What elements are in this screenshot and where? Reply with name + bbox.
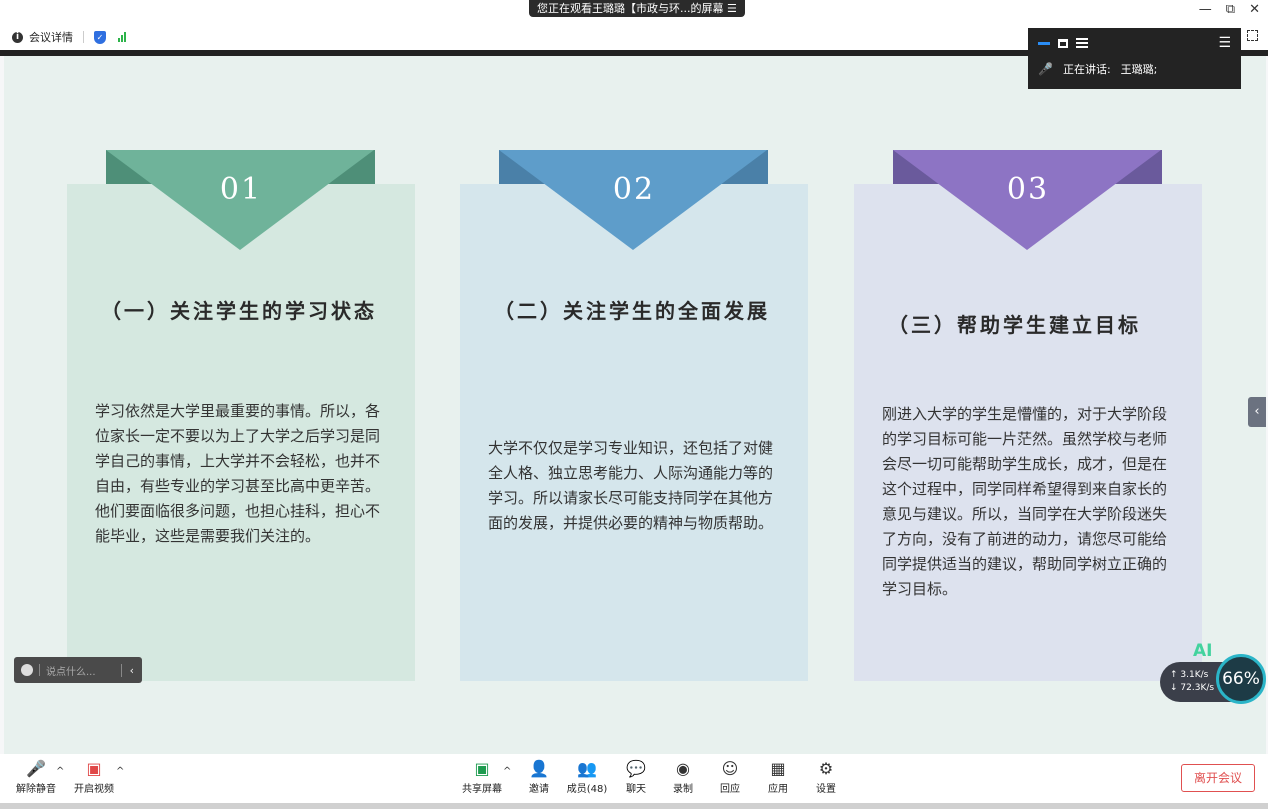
card-number: 01 — [219, 172, 263, 207]
members-button[interactable]: 👥 成员(48) — [566, 758, 608, 795]
divider — [83, 31, 84, 43]
speaker-name: 王璐璐; — [1120, 63, 1158, 76]
upload-speed: ↑ 3.1K/s — [1170, 670, 1209, 680]
video-off-icon: ▣ — [86, 759, 102, 778]
share-screen-label: 共享屏幕 — [462, 784, 502, 795]
record-label: 录制 — [673, 784, 693, 795]
members-label: 成员(48) — [566, 784, 608, 795]
card-title: （三）帮助学生建立目标 — [888, 313, 1141, 337]
card-number: 02 — [612, 172, 656, 207]
restore-button[interactable]: ⧉ — [1226, 2, 1235, 17]
close-button[interactable]: ✕ — [1249, 2, 1260, 17]
invite-button[interactable]: 👤 邀请 — [526, 758, 552, 795]
chat-button[interactable]: 💬 聊天 — [624, 758, 648, 795]
gear-icon: ⚙ — [818, 759, 834, 778]
start-video-label: 开启视频 — [74, 784, 114, 795]
menu-icon[interactable]: ☰ — [1218, 35, 1231, 51]
slide-card-3: 03 （三）帮助学生建立目标 刚进入大学的学生是懵懂的，对于大学阶段的学习目标可… — [854, 150, 1202, 681]
usage-gauge[interactable]: 66% — [1216, 654, 1266, 704]
minimize-icon[interactable] — [1038, 41, 1050, 45]
window-icon[interactable] — [1058, 38, 1068, 48]
card-title: （一）关注学生的学习状态 — [101, 299, 377, 323]
reactions-label: 回应 — [720, 784, 740, 795]
chat-placeholder: 说点什么... — [46, 666, 96, 678]
list-view-icon[interactable] — [1076, 38, 1088, 48]
chat-input[interactable]: 说点什么... ‹ — [14, 657, 142, 683]
info-icon[interactable]: i — [12, 31, 23, 43]
apps-label: 应用 — [768, 784, 788, 795]
record-button[interactable]: ◉ 录制 — [671, 758, 695, 795]
chevron-left-icon[interactable]: ‹ — [120, 663, 134, 677]
invite-icon: 👤 — [529, 759, 549, 778]
slide-card-2: 02 （二）关注学生的全面发展 大学不仅仅是学习专业知识，还包括了对健全人格、独… — [460, 150, 808, 681]
ai-badge[interactable]: AI — [1193, 641, 1212, 661]
card-body: 学习依然是大学里最重要的事情。所以，各位家长一定不要以为上了大学之后学习是同学自… — [95, 402, 381, 545]
divider — [39, 664, 40, 676]
settings-label: 设置 — [816, 784, 836, 795]
slide-card-1: 01 （一）关注学生的学习状态 学习依然是大学里最重要的事情。所以，各位家长一定… — [67, 150, 415, 681]
apps-button[interactable]: ▦ 应用 — [766, 758, 790, 795]
members-icon: 👥 — [577, 759, 597, 778]
taskbar-strip — [0, 803, 1268, 809]
shield-icon[interactable]: ✓ — [94, 30, 106, 44]
unmute-button[interactable]: 🎤 解除静音 — [14, 758, 58, 795]
settings-button[interactable]: ⚙ 设置 — [814, 758, 838, 795]
screen-share-banner[interactable]: 您正在观看王璐璐【市政与环...的屏幕 ☰ — [529, 0, 745, 17]
download-speed: ↓ 72.3K/s — [1170, 683, 1215, 693]
window-controls: — ⧉ ✕ — [1199, 2, 1260, 17]
reactions-button[interactable]: ☺ 回应 — [718, 758, 742, 795]
shared-screen-slide: 01 （一）关注学生的学习状态 学习依然是大学里最重要的事情。所以，各位家长一定… — [4, 56, 1266, 754]
active-speaker-panel[interactable]: ☰ 🎤 正在讲话: 王璐璐; — [1028, 28, 1241, 89]
share-screen-button[interactable]: ▣ 共享屏幕 — [461, 758, 503, 795]
chevron-up-icon[interactable]: ^ — [56, 766, 64, 777]
card-body: 大学不仅仅是学习专业知识，还包括了对健全人格、独立思考能力、人际沟通能力等的学习… — [488, 439, 774, 532]
card-title: （二）关注学生的全面发展 — [494, 299, 770, 323]
apps-icon: ▦ — [770, 759, 786, 778]
chat-label: 聊天 — [626, 784, 646, 795]
fullscreen-icon[interactable] — [1247, 30, 1258, 41]
card-number: 03 — [1006, 172, 1050, 207]
meeting-toolbar: 🎤 解除静音 ^ ▣ 开启视频 ^ ▣ 共享屏幕 ^ 👤 邀请 👥 成员(48)… — [0, 754, 1268, 809]
record-icon: ◉ — [676, 759, 690, 778]
emoji-icon[interactable] — [21, 664, 33, 676]
mic-off-icon: 🎤 — [26, 759, 46, 778]
unmute-label: 解除静音 — [16, 784, 56, 795]
chevron-up-icon[interactable]: ^ — [116, 766, 124, 777]
mic-off-icon: 🎤 — [1038, 62, 1053, 76]
leave-meeting-button[interactable]: 离开会议 — [1181, 764, 1255, 792]
share-screen-icon: ▣ — [474, 759, 490, 778]
chevron-up-icon[interactable]: ^ — [503, 766, 511, 777]
invite-label: 邀请 — [529, 784, 549, 795]
speaking-label: 正在讲话: — [1062, 63, 1111, 76]
signal-icon[interactable] — [118, 32, 126, 42]
minimize-button[interactable]: — — [1199, 2, 1212, 17]
chat-icon: 💬 — [626, 759, 646, 778]
meeting-details-link[interactable]: 会议详情 — [29, 29, 73, 45]
start-video-button[interactable]: ▣ 开启视频 — [72, 758, 116, 795]
chevron-left-icon[interactable]: ‹ — [1248, 397, 1266, 427]
reaction-icon: ☺ — [721, 759, 739, 778]
card-body: 刚进入大学的学生是懵懂的，对于大学阶段的学习目标可能一片茫然。虽然学校与老师会尽… — [882, 405, 1168, 598]
